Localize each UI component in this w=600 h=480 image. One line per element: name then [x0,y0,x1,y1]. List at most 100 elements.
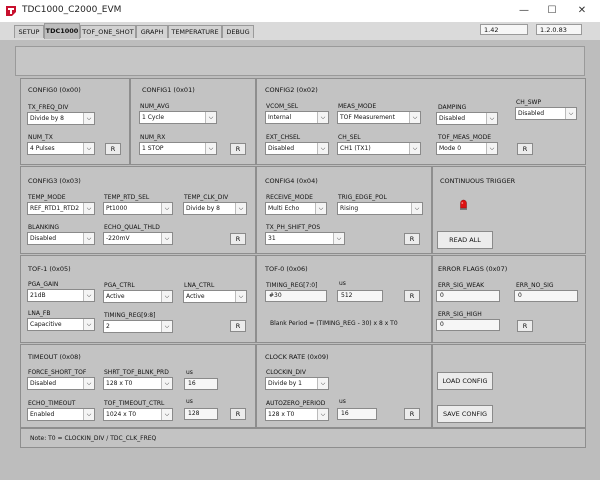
timeout-read-button[interactable]: R [230,408,246,420]
ext-chsel-dropdown[interactable]: Disabled ⌵ [265,142,329,155]
tab-tof-one-shot[interactable]: TOF_ONE_SHOT [80,25,136,38]
lna-ctrl-value: Active [186,293,205,300]
config3-title: CONFIG3 (0x03) [28,177,81,185]
tx-ph-shift-pos-label: TX_PH_SHIFT_POS [266,224,321,231]
damping-dropdown[interactable]: Disabled ⌵ [436,112,498,125]
lna-fb-dropdown[interactable]: Capacitive ⌵ [27,318,95,331]
chevron-down-icon: ⌵ [161,409,172,420]
config1-title: CONFIG1 (0x01) [142,86,195,94]
timeout-title: TIMEOUT (0x08) [28,353,81,361]
num-tx-label: NUM_TX [28,134,53,141]
num-rx-dropdown[interactable]: 1 STOP ⌵ [139,142,217,155]
pga-ctrl-dropdown[interactable]: Active ⌵ [103,290,173,303]
app-logo-icon [6,6,16,16]
tab-setup[interactable]: SETUP [14,25,44,38]
chevron-down-icon: ⌵ [161,233,172,244]
config4-read-button[interactable]: R [404,233,420,245]
temp-rtd-sel-dropdown[interactable]: Pt1000 ⌵ [103,202,173,215]
num-avg-label: NUM_AVG [140,103,170,110]
autozero-period-dropdown[interactable]: 128 x T0 ⌵ [265,408,329,421]
shrt-tof-blnk-prd-dropdown[interactable]: 128 x T0 ⌵ [103,377,173,390]
tof0-read-button[interactable]: R [404,290,420,302]
chevron-down-icon: ⌵ [161,203,172,214]
minimize-button[interactable]: — [514,2,534,19]
config0-read-button[interactable]: R [105,143,121,155]
tab-graph[interactable]: GRAPH [136,25,168,38]
temp-mode-dropdown[interactable]: REF_RTD1_RTD2 ⌵ [27,202,95,215]
close-button[interactable]: ✕ [572,2,592,19]
chevron-down-icon: ⌵ [83,319,94,330]
chevron-down-icon: ⌵ [486,113,497,124]
timeout-us2-label: us [186,398,193,405]
chevron-down-icon: ⌵ [235,203,246,214]
led-indicator-icon[interactable] [459,199,468,210]
tof1-read-button[interactable]: R [230,320,246,332]
error-flags-read-button[interactable]: R [517,320,533,332]
temp-clk-div-dropdown[interactable]: Divide by 8 ⌵ [183,202,247,215]
config3-read-button[interactable]: R [230,233,246,245]
num-tx-dropdown[interactable]: 4 Pulses ⌵ [27,142,95,155]
tx-freq-div-dropdown[interactable]: Divide by 8 ⌵ [27,112,95,125]
clock-rate-read-button[interactable]: R [404,408,420,420]
chevron-down-icon: ⌵ [205,143,216,154]
ch-swp-dropdown[interactable]: Disabled ⌵ [515,107,577,120]
echo-timeout-dropdown[interactable]: Enabled ⌵ [27,408,95,421]
receive-mode-dropdown[interactable]: Multi Echo ⌵ [265,202,327,215]
vcom-sel-dropdown[interactable]: Internal ⌵ [265,111,329,124]
clockin-div-dropdown[interactable]: Divide by 1 ⌵ [265,377,329,390]
timing-reg-98-label: TIMING_REG[9:8] [104,312,156,319]
chevron-down-icon: ⌵ [333,233,344,244]
temp-clk-div-value: Divide by 8 [186,205,220,212]
receive-mode-label: RECEIVE_MODE [266,194,313,201]
blanking-dropdown[interactable]: Disabled ⌵ [27,232,95,245]
chevron-down-icon: ⌵ [83,233,94,244]
chevron-down-icon: ⌵ [317,409,328,420]
tof-timeout-ctrl-dropdown[interactable]: 1024 x T0 ⌵ [103,408,173,421]
tx-freq-div-value: Divide by 8 [30,115,64,122]
chevron-down-icon: ⌵ [411,203,422,214]
ch-sel-label: CH_SEL [338,134,361,141]
chevron-down-icon: ⌵ [235,291,246,302]
damping-label: DAMPING [438,104,467,111]
lna-ctrl-label: LNA_CTRL [184,282,215,289]
timing-reg-70-input[interactable]: #30 [265,290,327,302]
force-short-tof-value: Disabled [30,380,57,387]
load-config-button[interactable]: LOAD CONFIG [437,372,493,390]
ext-chsel-label: EXT_CHSEL [266,134,301,141]
trig-edge-pol-dropdown[interactable]: Rising ⌵ [337,202,423,215]
ch-swp-label: CH_SWP [516,99,542,106]
config2-read-button[interactable]: R [517,143,533,155]
pga-ctrl-label: PGA_CTRL [104,282,135,289]
force-short-tof-dropdown[interactable]: Disabled ⌵ [27,377,95,390]
ch-sel-dropdown[interactable]: CH1 (TX1) ⌵ [337,142,421,155]
lna-fb-value: Capacitive [30,321,62,328]
lna-fb-label: LNA_FB [28,310,51,317]
save-config-button[interactable]: SAVE CONFIG [437,405,493,423]
meas-mode-dropdown[interactable]: TOF Measurement ⌵ [337,111,421,124]
err-sig-high-label: ERR_SIG_HIGH [438,311,482,318]
blanking-label: BLANKING [28,224,60,231]
tab-tdc1000[interactable]: TDC1000 [44,23,80,39]
ch-swp-value: Disabled [518,110,545,117]
ch-sel-value: CH1 (TX1) [340,145,371,152]
read-all-button[interactable]: READ ALL [437,231,493,249]
pga-gain-dropdown[interactable]: 21dB ⌵ [27,289,95,302]
receive-mode-value: Multi Echo [268,205,300,212]
chevron-down-icon: ⌵ [83,143,94,154]
pga-gain-value: 21dB [30,292,46,299]
tab-debug[interactable]: DEBUG [222,25,254,38]
echo-qual-thld-label: ECHO_QUAL_THLD [104,224,160,231]
pga-gain-label: PGA_GAIN [28,281,59,288]
num-avg-dropdown[interactable]: 1 Cycle ⌵ [139,111,217,124]
timeout-us2-field: 128 [184,408,218,420]
echo-qual-thld-dropdown[interactable]: -220mV ⌵ [103,232,173,245]
maximize-button[interactable]: ☐ [542,2,562,19]
tof-meas-mode-dropdown[interactable]: Mode 0 ⌵ [436,142,498,155]
config1-read-button[interactable]: R [230,143,246,155]
timing-reg-98-dropdown[interactable]: 2 ⌵ [103,320,173,333]
temp-rtd-sel-label: TEMP_RTD_SEL [104,194,150,201]
tab-temperature[interactable]: TEMPERATURE [168,25,222,38]
lna-ctrl-dropdown[interactable]: Active ⌵ [183,290,247,303]
tx-ph-shift-pos-dropdown[interactable]: 31 ⌵ [265,232,345,245]
num-tx-value: 4 Pulses [30,145,55,152]
